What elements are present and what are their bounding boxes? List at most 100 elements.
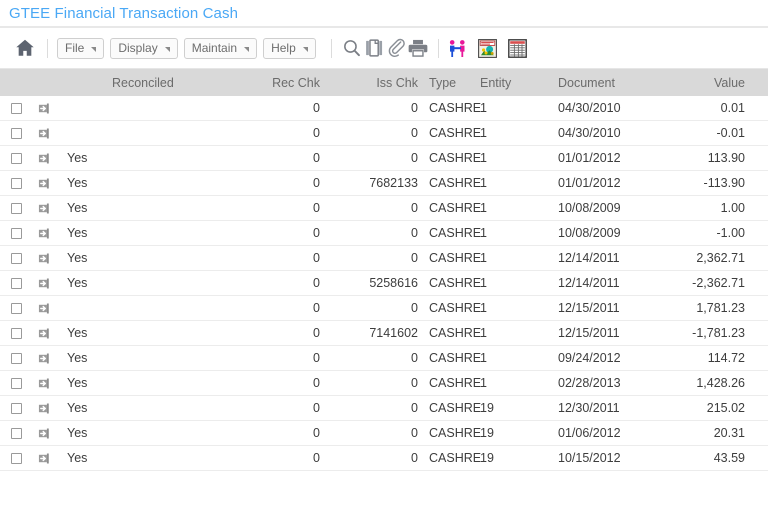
cell-entity: 1	[480, 326, 487, 340]
table-row[interactable]: Yes 0 0 CASHRE 1 02/28/2013 1,428.26	[0, 371, 768, 396]
row-drilldown-cell[interactable]	[32, 127, 56, 140]
menu-display[interactable]: Display	[110, 37, 178, 59]
row-checkbox[interactable]	[10, 202, 22, 214]
table-row[interactable]: Yes 0 0 CASHRE 19 12/30/2011 215.02	[0, 396, 768, 421]
copy-icon[interactable]	[363, 37, 385, 59]
people-icon[interactable]	[448, 39, 478, 58]
row-drilldown-cell[interactable]	[32, 352, 56, 365]
table-row[interactable]: Yes 0 0 CASHRE 1 12/14/2011 2,362.71	[0, 246, 768, 271]
menu-maintain[interactable]: Maintain	[183, 37, 258, 59]
row-select-cell[interactable]	[0, 102, 32, 114]
row-checkbox[interactable]	[10, 277, 22, 289]
chart-image-icon[interactable]	[477, 38, 508, 58]
menu-file[interactable]: File	[57, 37, 105, 59]
spreadsheet-icon[interactable]	[507, 38, 538, 58]
table-row[interactable]: Yes 0 0 CASHRE 1 01/01/2012 113.90	[0, 146, 768, 171]
cell-rec-chk: 0	[313, 151, 320, 165]
drilldown-arrow-icon[interactable]	[38, 277, 51, 290]
table-row[interactable]: Yes 0 0 CASHRE 1 09/24/2012 114.72	[0, 346, 768, 371]
row-checkbox[interactable]	[10, 252, 22, 264]
drilldown-arrow-icon[interactable]	[38, 402, 51, 415]
row-select-cell[interactable]	[0, 202, 32, 214]
column-header-reconciled[interactable]: Reconciled	[56, 76, 206, 90]
table-row[interactable]: Yes 0 5258616 CASHRE 1 12/14/2011 -2,362.71	[0, 271, 768, 296]
row-drilldown-cell[interactable]	[32, 227, 56, 240]
row-drilldown-cell[interactable]	[32, 177, 56, 190]
row-checkbox[interactable]	[10, 102, 22, 114]
column-header-type[interactable]: Type	[420, 76, 480, 90]
drilldown-arrow-icon[interactable]	[38, 302, 51, 315]
cell-rec-chk: 0	[313, 251, 320, 265]
drilldown-arrow-icon[interactable]	[38, 427, 51, 440]
row-drilldown-cell[interactable]	[32, 377, 56, 390]
row-drilldown-cell[interactable]	[32, 152, 56, 165]
row-checkbox[interactable]	[10, 352, 22, 364]
row-drilldown-cell[interactable]	[32, 202, 56, 215]
row-select-cell[interactable]	[0, 427, 32, 439]
row-checkbox[interactable]	[10, 452, 22, 464]
row-select-cell[interactable]	[0, 327, 32, 339]
table-row[interactable]: Yes 0 0 CASHRE 19 01/06/2012 20.31	[0, 421, 768, 446]
drilldown-arrow-icon[interactable]	[38, 227, 51, 240]
row-select-cell[interactable]	[0, 352, 32, 364]
row-drilldown-cell[interactable]	[32, 102, 56, 115]
drilldown-arrow-icon[interactable]	[38, 202, 51, 215]
row-select-cell[interactable]	[0, 402, 32, 414]
row-checkbox[interactable]	[10, 177, 22, 189]
drilldown-arrow-icon[interactable]	[38, 452, 51, 465]
row-drilldown-cell[interactable]	[32, 252, 56, 265]
search-icon[interactable]	[341, 37, 363, 59]
table-row[interactable]: Yes 0 0 CASHRE 1 10/08/2009 -1.00	[0, 221, 768, 246]
attachment-icon[interactable]	[385, 37, 407, 59]
column-header-value[interactable]: Value	[677, 76, 768, 90]
drilldown-arrow-icon[interactable]	[38, 352, 51, 365]
menu-help[interactable]: Help	[263, 37, 316, 59]
row-checkbox[interactable]	[10, 402, 22, 414]
drilldown-arrow-icon[interactable]	[38, 127, 51, 140]
row-drilldown-cell[interactable]	[32, 427, 56, 440]
row-select-cell[interactable]	[0, 227, 32, 239]
table-row[interactable]: 0 0 CASHRE 1 04/30/2010 -0.01	[0, 121, 768, 146]
column-header-document[interactable]: Document	[537, 76, 677, 90]
table-row[interactable]: Yes 0 7141602 CASHRE 1 12/15/2011 -1,781.23	[0, 321, 768, 346]
cell-value: -1.00	[716, 226, 746, 240]
column-header-rec-chk[interactable]: Rec Chk	[206, 76, 320, 90]
row-checkbox[interactable]	[10, 127, 22, 139]
row-drilldown-cell[interactable]	[32, 452, 56, 465]
row-checkbox[interactable]	[10, 152, 22, 164]
print-icon[interactable]	[407, 37, 429, 59]
drilldown-arrow-icon[interactable]	[38, 177, 51, 190]
row-select-cell[interactable]	[0, 177, 32, 189]
row-drilldown-cell[interactable]	[32, 402, 56, 415]
cell-rec-chk: 0	[313, 126, 320, 140]
row-checkbox[interactable]	[10, 427, 22, 439]
table-row[interactable]: Yes 0 0 CASHRE 1 10/08/2009 1.00	[0, 196, 768, 221]
drilldown-arrow-icon[interactable]	[38, 252, 51, 265]
column-header-entity[interactable]: Entity	[480, 76, 537, 90]
home-icon[interactable]	[14, 37, 38, 59]
drilldown-arrow-icon[interactable]	[38, 152, 51, 165]
table-row[interactable]: Yes 0 0 CASHRE 19 10/15/2012 43.59	[0, 446, 768, 471]
row-drilldown-cell[interactable]	[32, 302, 56, 315]
column-header-iss-chk[interactable]: Iss Chk	[320, 76, 420, 90]
row-select-cell[interactable]	[0, 127, 32, 139]
row-select-cell[interactable]	[0, 252, 32, 264]
drilldown-arrow-icon[interactable]	[38, 327, 51, 340]
row-checkbox[interactable]	[10, 377, 22, 389]
row-drilldown-cell[interactable]	[32, 327, 56, 340]
row-drilldown-cell[interactable]	[32, 277, 56, 290]
row-checkbox[interactable]	[10, 302, 22, 314]
row-checkbox[interactable]	[10, 227, 22, 239]
row-checkbox[interactable]	[10, 327, 22, 339]
row-select-cell[interactable]	[0, 377, 32, 389]
cell-rec-chk: 0	[313, 451, 320, 465]
row-select-cell[interactable]	[0, 302, 32, 314]
drilldown-arrow-icon[interactable]	[38, 377, 51, 390]
drilldown-arrow-icon[interactable]	[38, 102, 51, 115]
table-row[interactable]: 0 0 CASHRE 1 04/30/2010 0.01	[0, 96, 768, 121]
table-row[interactable]: 0 0 CASHRE 1 12/15/2011 1,781.23	[0, 296, 768, 321]
row-select-cell[interactable]	[0, 277, 32, 289]
table-row[interactable]: Yes 0 7682133 CASHRE 1 01/01/2012 -113.90	[0, 171, 768, 196]
row-select-cell[interactable]	[0, 452, 32, 464]
row-select-cell[interactable]	[0, 152, 32, 164]
